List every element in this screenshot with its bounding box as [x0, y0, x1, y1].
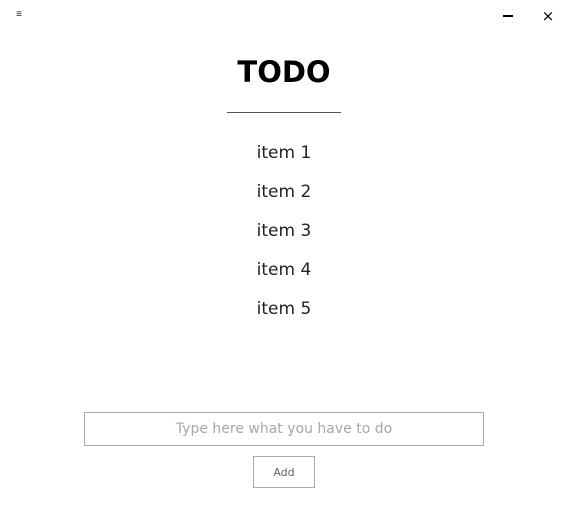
app-window: ≡ × TODO item 1 item 2 item 3 item 4 ite… [0, 0, 568, 508]
close-button[interactable]: × [528, 0, 568, 32]
minimize-icon [503, 15, 513, 17]
todo-input[interactable] [84, 412, 484, 446]
title-divider [227, 112, 341, 113]
window-controls: × [488, 0, 568, 32]
page-title: TODO [237, 55, 331, 89]
hamburger-menu-icon[interactable]: ≡ [12, 8, 26, 22]
todo-item[interactable]: item 4 [0, 257, 568, 296]
todo-item[interactable]: item 3 [0, 218, 568, 257]
add-button[interactable]: Add [253, 456, 315, 488]
todo-item[interactable]: item 1 [0, 140, 568, 179]
minimize-button[interactable] [488, 0, 528, 32]
todo-item[interactable]: item 5 [0, 296, 568, 335]
close-icon: × [541, 6, 555, 25]
todo-list: item 1 item 2 item 3 item 4 item 5 [0, 140, 568, 335]
todo-item[interactable]: item 2 [0, 179, 568, 218]
